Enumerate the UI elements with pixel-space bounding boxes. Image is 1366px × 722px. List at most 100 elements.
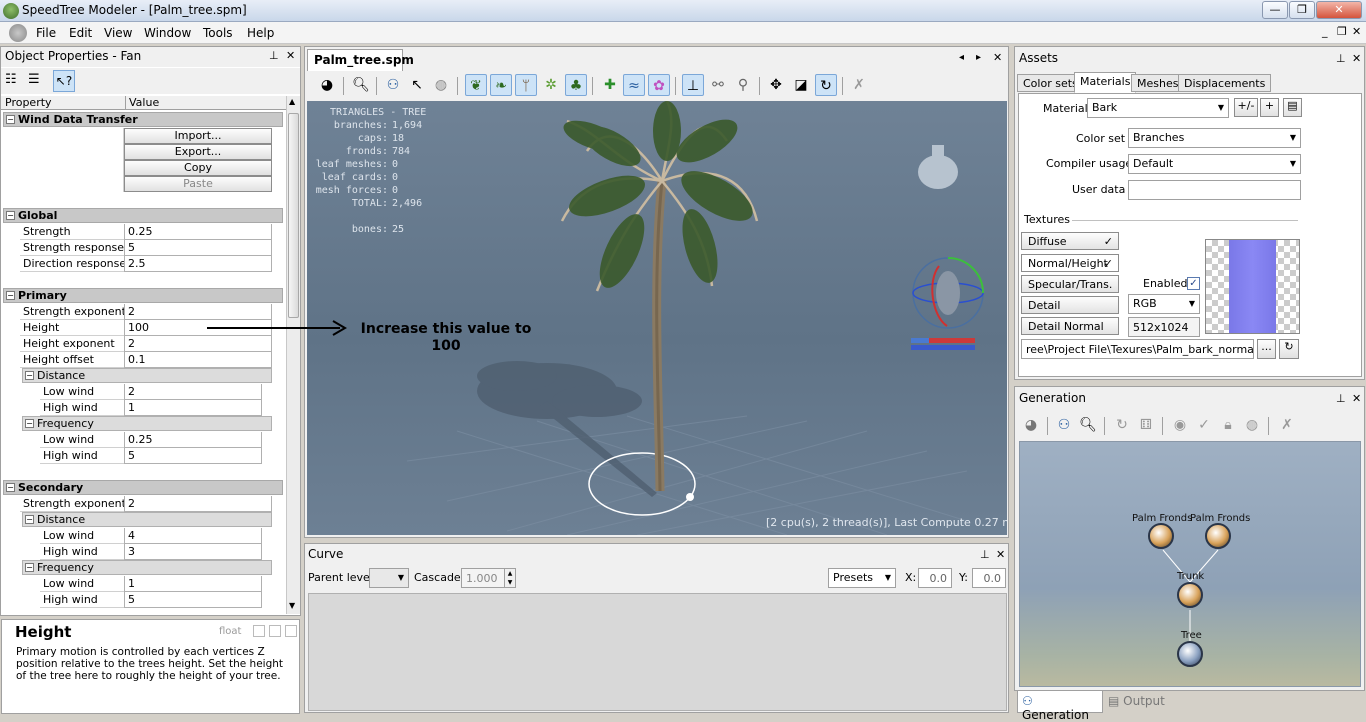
help-btn-icon[interactable] (253, 625, 265, 637)
color-set-select[interactable]: Branches ▼ (1128, 128, 1301, 148)
parent-level-select[interactable]: ▼ (369, 568, 409, 588)
x-input[interactable]: 0.0 (918, 568, 952, 588)
prop-value[interactable]: 0.25 (124, 224, 272, 240)
collapse-icon[interactable]: − (6, 115, 15, 124)
detail-button[interactable]: Detail (1021, 296, 1119, 314)
curve-canvas[interactable] (308, 593, 1007, 711)
material-paste-icon[interactable]: ▤ (1283, 98, 1302, 117)
help-btn-icon[interactable] (269, 625, 281, 637)
cascade-spinner[interactable]: ▲ ▼ (504, 568, 516, 588)
tab-left-icon[interactable]: ◂ (959, 52, 964, 63)
prop-value[interactable]: 3 (124, 544, 262, 560)
zoom-icon[interactable]: 🔍︎ (350, 74, 372, 96)
diffuse-button[interactable]: Diffuse ✓ (1021, 232, 1119, 250)
prop-value[interactable]: 5 (124, 240, 272, 256)
scroll-thumb[interactable] (288, 113, 299, 318)
flower-icon[interactable]: ✿ (648, 74, 670, 96)
collapse-icon[interactable]: − (25, 419, 34, 428)
maximize-button[interactable]: ❐ (1289, 1, 1315, 19)
refresh-icon[interactable]: ↻ (1111, 414, 1133, 436)
eye-icon[interactable]: ◉ (1169, 414, 1191, 436)
close-panel-button[interactable]: ✕ (996, 548, 1005, 561)
node-trunk[interactable] (1177, 582, 1203, 608)
prop-value[interactable]: 0.25 (124, 432, 262, 448)
collapse-icon[interactable]: − (25, 515, 34, 524)
tab-output[interactable]: ▤ Output (1108, 694, 1165, 708)
pin-icon[interactable]: ⊥ (980, 548, 990, 561)
menu-tools[interactable]: Tools (203, 26, 233, 40)
prop-value[interactable]: 5 (124, 592, 262, 608)
wind-icon[interactable]: ≈ (623, 74, 645, 96)
reload-icon[interactable]: ↻ (1279, 339, 1299, 359)
prop-value[interactable]: 0.1 (124, 352, 272, 368)
prop-value[interactable]: 2 (124, 384, 262, 400)
collapse-icon[interactable]: − (6, 291, 15, 300)
sort-alpha-icon[interactable]: ☰ (28, 72, 46, 90)
normal-height-button[interactable]: Normal/Height ✓ (1021, 254, 1119, 272)
globe-icon[interactable]: ◕ (1020, 414, 1042, 436)
compiler-usage-select[interactable]: Default ▼ (1128, 154, 1301, 174)
scroll-up-icon[interactable]: ▲ (289, 97, 295, 106)
browse-button[interactable]: ... (1257, 339, 1276, 359)
frame-icon[interactable]: ◪ (790, 74, 812, 96)
pointer-icon[interactable]: ↖ (406, 74, 428, 96)
collapse-icon[interactable]: − (25, 371, 34, 380)
subsection-distance[interactable]: − Distance (22, 512, 272, 527)
section-secondary[interactable]: − Secondary (3, 480, 283, 495)
add-icon[interactable]: ✚ (599, 74, 621, 96)
export-button[interactable]: Export... (124, 144, 272, 160)
generation-graph[interactable]: Palm Fronds Palm Fronds Trunk Tree (1019, 441, 1361, 687)
collision-icon[interactable]: ⚯ (707, 74, 729, 96)
texture-path-input[interactable]: ree\Project File\Texures\Palm_bark_norma… (1021, 339, 1254, 359)
enabled-checkbox[interactable]: ✓ (1187, 277, 1200, 290)
node-select-icon[interactable]: ⚇ (1053, 414, 1075, 436)
help-btn-icon[interactable] (285, 625, 297, 637)
close-panel-button[interactable]: ✕ (286, 49, 295, 62)
prop-value[interactable]: 1 (124, 400, 262, 416)
tab-generation[interactable]: ⚇ Generation (1017, 691, 1103, 722)
section-global[interactable]: − Global (3, 208, 283, 223)
dice-icon[interactable]: ⚅ (1135, 414, 1157, 436)
collapse-icon[interactable]: − (6, 211, 15, 220)
pin-icon[interactable]: ⊥ (1336, 392, 1346, 405)
menu-edit[interactable]: Edit (69, 26, 92, 40)
tab-right-icon[interactable]: ▸ (976, 52, 981, 63)
properties-scrollbar[interactable]: ▲ ▼ (286, 96, 300, 614)
pin-icon[interactable]: ⊥ (269, 49, 279, 62)
help-toggle-icon[interactable]: ↖? (53, 70, 75, 92)
sparkle-icon[interactable]: ✲ (540, 74, 562, 96)
material-addremove-button[interactable]: +/- (1234, 98, 1258, 117)
import-button[interactable]: Import... (124, 128, 272, 144)
zoom-icon[interactable]: 🔍︎ (1077, 414, 1099, 436)
y-input[interactable]: 0.0 (972, 568, 1006, 588)
prop-value[interactable]: 2 (124, 496, 272, 512)
tree-icon[interactable]: ♣ (565, 74, 587, 96)
minimize-button[interactable]: — (1262, 1, 1288, 19)
sort-categories-icon[interactable]: ☷ (5, 72, 23, 90)
mdi-close-button[interactable]: ✕ (1352, 25, 1361, 38)
pin-icon[interactable]: ⊥ (1336, 52, 1346, 65)
delete-icon[interactable]: ✗ (848, 74, 870, 96)
prop-value[interactable]: 2 (124, 336, 272, 352)
menu-file[interactable]: File (36, 26, 56, 40)
user-data-input[interactable] (1128, 180, 1301, 200)
tab-materials[interactable]: Materials (1074, 72, 1137, 93)
node-palm-fronds[interactable] (1148, 523, 1174, 549)
close-button[interactable]: ✕ (1316, 1, 1362, 19)
mdi-restore-button[interactable]: ❐ (1337, 25, 1347, 38)
tab-displacements[interactable]: Displacements (1178, 74, 1272, 92)
specular-trans-button[interactable]: Specular/Trans. (1021, 275, 1119, 293)
scroll-down-icon[interactable]: ▼ (289, 601, 295, 610)
section-primary[interactable]: − Primary (3, 288, 283, 303)
branch-icon[interactable]: ᛘ (515, 74, 537, 96)
prop-value[interactable]: 1 (124, 576, 262, 592)
collapse-icon[interactable]: − (25, 563, 34, 572)
leaf-icon[interactable]: ❦ (465, 74, 487, 96)
prop-value[interactable]: 4 (124, 528, 262, 544)
section-wind-data-transfer[interactable]: − Wind Data Transfer (3, 112, 283, 127)
material-select[interactable]: Bark ▼ (1087, 98, 1229, 118)
tab-meshes[interactable]: Meshes (1131, 74, 1185, 92)
check-icon[interactable]: ✓ (1193, 414, 1215, 436)
refresh-icon[interactable]: ↻ (815, 74, 837, 96)
prop-value[interactable]: 2.5 (124, 256, 272, 272)
